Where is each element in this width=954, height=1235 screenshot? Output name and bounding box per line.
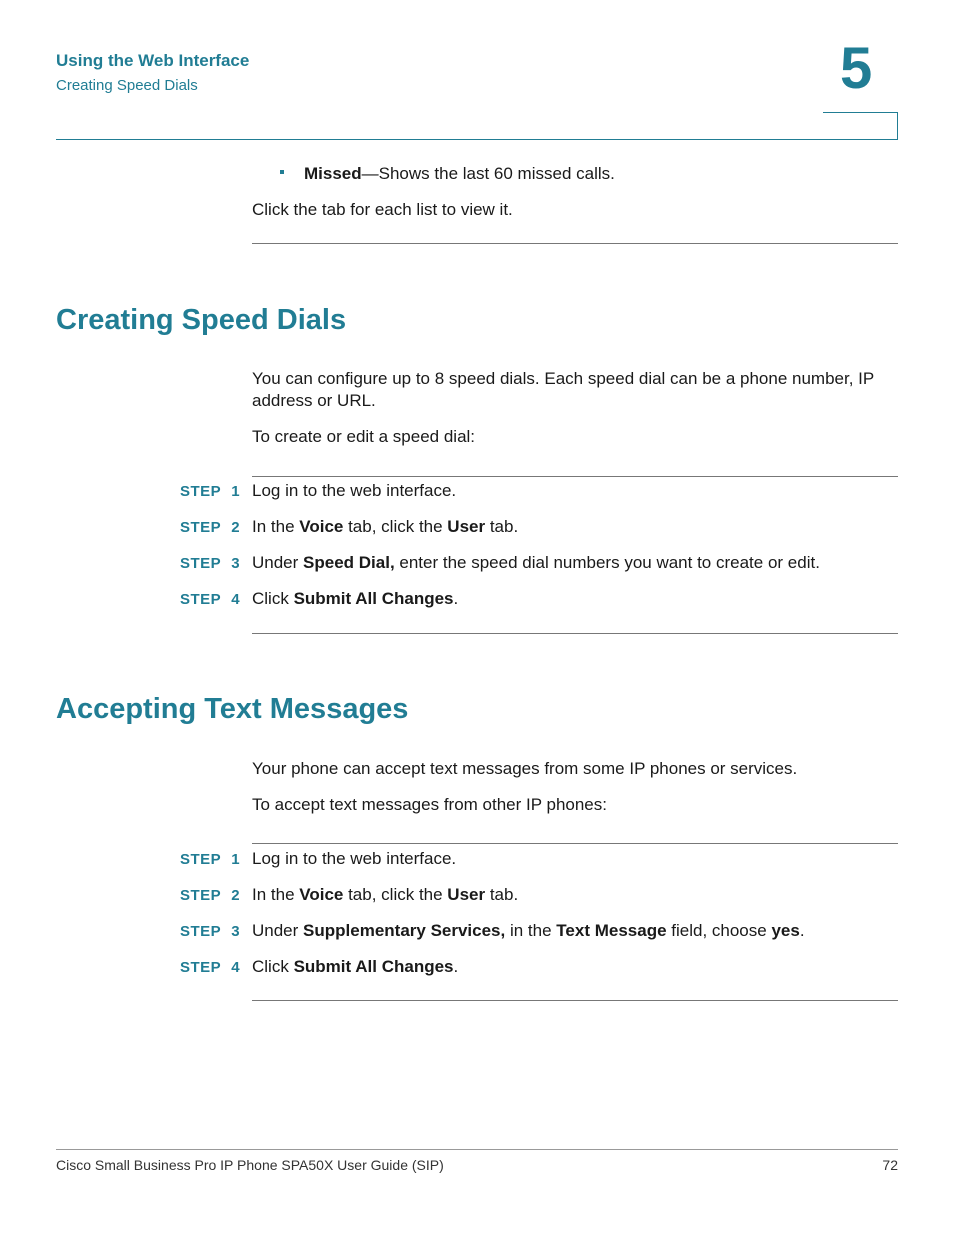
divider [252, 633, 898, 634]
step-word: STEP [180, 851, 222, 868]
ui-term: Voice [299, 885, 344, 904]
ui-term: Submit All Changes [293, 957, 454, 976]
step-fragment: in the [505, 921, 557, 940]
paragraph: To accept text messages from other IP ph… [252, 795, 607, 814]
ui-term: Speed Dial, [303, 553, 395, 572]
chapter-tab-box [823, 112, 898, 139]
step-number: 1 [231, 483, 241, 500]
step-text: Under Supplementary Services, in the Tex… [252, 921, 805, 941]
step-number: 1 [231, 851, 241, 868]
step-fragment: tab, click the [343, 885, 448, 904]
divider [252, 243, 898, 244]
footer-divider [56, 1149, 898, 1150]
paragraph: Your phone can accept text messages from… [252, 759, 798, 778]
ui-term: Text Message [556, 921, 667, 940]
chapter-number: 5 [840, 36, 873, 101]
step-word: STEP [180, 887, 222, 904]
bullet-item: Missed—Shows the last 60 missed calls. [304, 163, 615, 185]
step-fragment: tab. [485, 517, 519, 536]
intro-paragraph: Click the tab for each list to view it. [252, 200, 513, 219]
step-fragment: tab. [485, 885, 519, 904]
step-word: STEP [180, 591, 222, 608]
step-word: STEP [180, 923, 222, 940]
bullet-icon [280, 170, 284, 174]
footer-title: Cisco Small Business Pro IP Phone SPA50X… [56, 1157, 444, 1173]
step-label: STEP 1 [180, 851, 240, 868]
step-label: STEP 3 [180, 923, 240, 940]
section-heading: Accepting Text Messages [56, 693, 409, 725]
bullet-text: —Shows the last 60 missed calls. [361, 164, 615, 183]
step-label: STEP 2 [180, 519, 240, 536]
step-fragment: Click [252, 589, 294, 608]
step-fragment: Under [252, 921, 304, 940]
step-text: In the Voice tab, click the User tab. [252, 517, 518, 537]
step-fragment: . [799, 921, 805, 940]
ui-term: Supplementary Services, [303, 921, 506, 940]
step-fragment: In the [252, 885, 300, 904]
step-fragment: enter the speed dial numbers you want to… [394, 553, 820, 572]
step-number: 4 [231, 591, 241, 608]
step-word: STEP [180, 483, 222, 500]
step-word: STEP [180, 519, 222, 536]
step-fragment: In the [252, 517, 300, 536]
ui-term: User [447, 885, 486, 904]
step-number: 3 [231, 555, 241, 572]
step-label: STEP 3 [180, 555, 240, 572]
step-number: 4 [231, 959, 241, 976]
ui-term: Voice [299, 517, 344, 536]
step-text: Log in to the web interface. [252, 481, 456, 501]
step-fragment: field, choose [666, 921, 772, 940]
page-number: 72 [882, 1157, 898, 1173]
step-fragment: . [453, 957, 459, 976]
step-fragment: . [453, 589, 459, 608]
step-label: STEP 4 [180, 591, 240, 608]
step-text: Under Speed Dial, enter the speed dial n… [252, 553, 820, 573]
divider [252, 843, 898, 844]
ui-term: Submit All Changes [293, 589, 454, 608]
chapter-title: Using the Web Interface [56, 51, 250, 70]
step-text: Click Submit All Changes. [252, 589, 458, 609]
section-heading: Creating Speed Dials [56, 304, 347, 336]
divider [252, 476, 898, 477]
step-text: In the Voice tab, click the User tab. [252, 885, 518, 905]
header-divider [56, 139, 898, 140]
step-text: Click Submit All Changes. [252, 957, 458, 977]
step-label: STEP 2 [180, 887, 240, 904]
section-title: Creating Speed Dials [56, 77, 198, 94]
bullet-term: Missed [304, 164, 362, 183]
paragraph: To create or edit a speed dial: [252, 427, 476, 446]
step-text: Log in to the web interface. [252, 849, 456, 869]
step-fragment: Log in to the web interface. [252, 481, 457, 500]
ui-term: User [447, 517, 486, 536]
step-number: 2 [231, 519, 241, 536]
paragraph: You can configure up to 8 speed dials. E… [252, 369, 875, 388]
step-label: STEP 1 [180, 483, 240, 500]
step-label: STEP 4 [180, 959, 240, 976]
step-fragment: Log in to the web interface. [252, 849, 457, 868]
step-number: 3 [231, 923, 241, 940]
step-number: 2 [231, 887, 241, 904]
paragraph: address or URL. [252, 391, 376, 410]
step-word: STEP [180, 959, 222, 976]
step-word: STEP [180, 555, 222, 572]
step-fragment: Under [252, 553, 304, 572]
step-fragment: Click [252, 957, 294, 976]
divider [252, 1000, 898, 1001]
ui-term: yes [771, 921, 800, 940]
step-fragment: tab, click the [343, 517, 448, 536]
